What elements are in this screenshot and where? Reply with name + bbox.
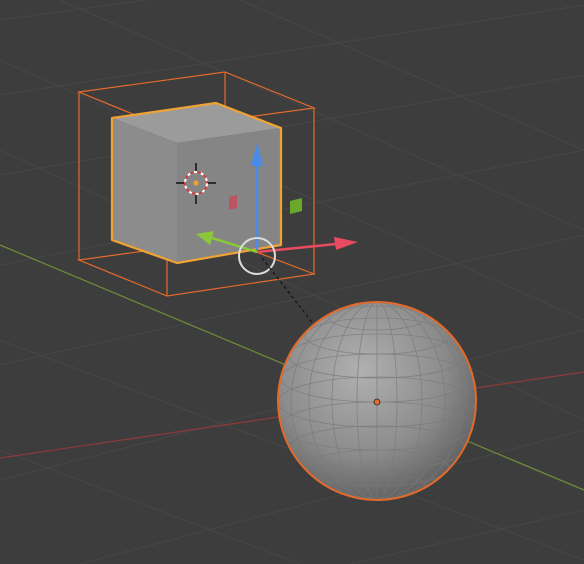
sphere-object[interactable] [277,301,477,501]
parent-relationship-line [261,257,323,336]
gizmo-plane-xz-handle[interactable] [229,195,237,210]
3d-viewport[interactable] [0,0,584,564]
viewport-canvas[interactable] [0,0,584,564]
sphere-origin-dot [373,398,381,406]
gizmo-x-arrow-icon[interactable] [334,237,358,250]
gizmo-plane-yz-handle[interactable] [290,198,302,214]
cube-left-face [112,118,177,263]
